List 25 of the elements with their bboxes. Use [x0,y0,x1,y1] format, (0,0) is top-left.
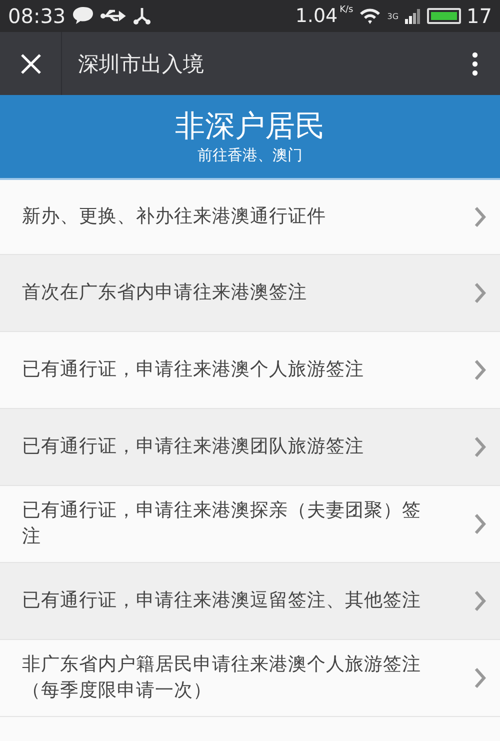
battery-percent: 17 [466,4,492,28]
close-icon [20,52,42,74]
chevron-icon [474,667,486,689]
more-icon [472,52,478,76]
chevron-icon [474,590,486,612]
usb-icon [100,8,126,24]
chevron-icon [474,436,486,458]
banner-subtitle: 前往香港、澳门 [198,144,302,164]
menu-item[interactable]: 首次在广东省内申请往来港澳签注 [0,255,500,332]
chat-icon [72,6,94,26]
chevron-icon [474,513,486,535]
menu-item[interactable]: 已有通行证，申请往来港澳逗留签注、其他签注 [0,563,500,640]
tether-icon [132,6,152,26]
toolbar-title: 深圳市出入境 [78,50,205,78]
banner-title: 非深户居民 [175,108,325,144]
clock: 08:33 [8,4,66,28]
menu-item[interactable]: 非广东省内户籍居民申请往来港澳个人旅游签注（每季度限申请一次） [0,640,500,717]
chevron-icon [474,206,486,228]
signal-icon [404,8,421,24]
wifi-icon [359,7,382,25]
battery-icon [426,8,461,24]
menu-item[interactable]: 已有通行证，申请往来港澳团队旅游签注 [0,409,500,486]
chevron-icon [474,359,486,381]
network-type: 3G [387,12,399,20]
chevron-icon [474,282,486,304]
